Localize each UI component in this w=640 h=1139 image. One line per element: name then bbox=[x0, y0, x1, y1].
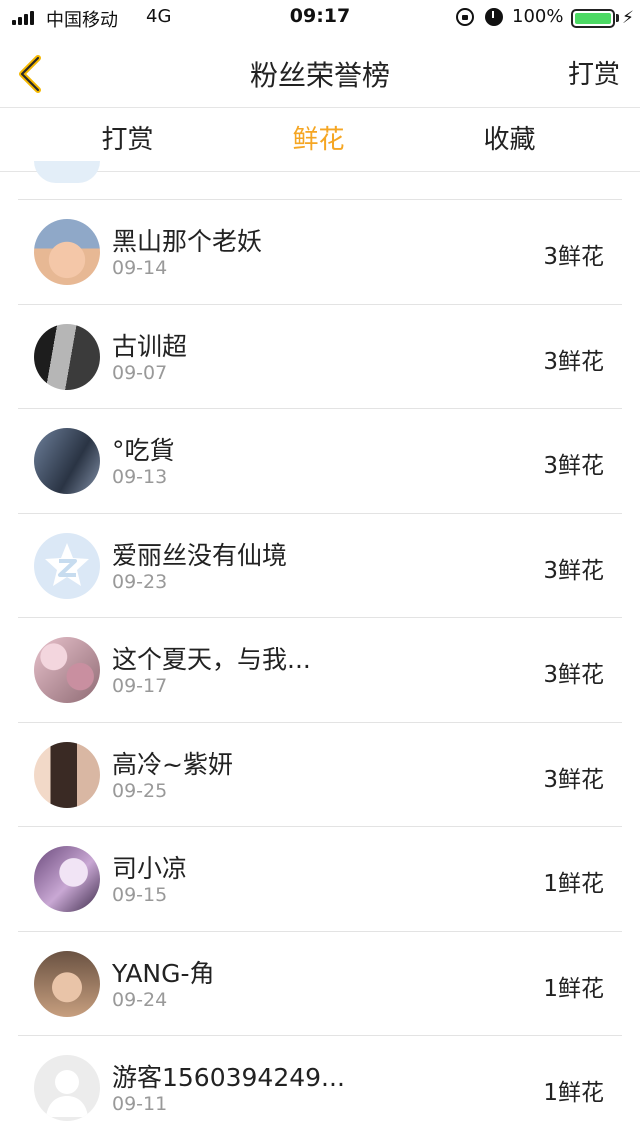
fan-name: °吃貨 bbox=[112, 436, 175, 465]
status-bar: 中国移动 4G 09:17 100% ⚡ bbox=[0, 0, 640, 36]
fan-date: 09-25 bbox=[112, 779, 168, 802]
guest-default-avatar-icon[interactable] bbox=[34, 1055, 100, 1121]
list-item[interactable]: °吃貨 09-13 3鲜花 bbox=[18, 409, 622, 514]
fan-name: YANG-角 bbox=[112, 958, 215, 988]
battery-icon bbox=[571, 9, 615, 28]
fan-list: 黑山那个老妖 09-14 3鲜花 古训超 09-07 3鲜花 °吃貨 09-13… bbox=[18, 173, 622, 1139]
fan-date: 09-15 bbox=[112, 884, 168, 906]
avatar[interactable] bbox=[34, 950, 100, 1017]
flower-count: 3鲜花 bbox=[543, 453, 604, 479]
list-item[interactable]: 高冷~紫妍 09-25 3鲜花 bbox=[18, 723, 622, 827]
avatar[interactable] bbox=[34, 637, 100, 703]
battery-tip bbox=[616, 14, 619, 22]
avatar[interactable] bbox=[34, 741, 100, 808]
rotation-lock-icon bbox=[456, 8, 474, 26]
tab-flowers[interactable]: 鲜花 bbox=[223, 109, 414, 171]
flower-count: 3鲜花 bbox=[543, 348, 604, 375]
list-item[interactable]: 司小凉 09-15 1鲜花 bbox=[18, 827, 622, 932]
reward-button[interactable]: 打赏 bbox=[568, 54, 620, 91]
fan-name: 黑山那个老妖 bbox=[112, 227, 263, 256]
list-item[interactable]: 爱丽丝没有仙境 09-23 3鲜花 bbox=[18, 514, 622, 618]
fan-date: 09-17 bbox=[112, 675, 168, 697]
flower-count: 3鲜花 bbox=[543, 662, 604, 688]
list-item[interactable]: YANG-角 09-24 1鲜花 bbox=[18, 932, 622, 1036]
battery-percent: 100% bbox=[512, 6, 564, 27]
list-item[interactable]: 这个夏天，与我... 09-17 3鲜花 bbox=[18, 618, 622, 723]
flower-count: 3鲜花 bbox=[543, 557, 604, 584]
fan-date: 09-24 bbox=[112, 988, 168, 1011]
list-item[interactable]: 黑山那个老妖 09-14 3鲜花 bbox=[18, 200, 622, 305]
flower-count: 3鲜花 bbox=[543, 766, 604, 793]
list-item[interactable]: 古训超 09-07 3鲜花 bbox=[18, 305, 622, 409]
flower-count: 1鲜花 bbox=[543, 871, 604, 897]
tab-favorites[interactable]: 收藏 bbox=[414, 109, 605, 171]
flower-count: 1鲜花 bbox=[543, 975, 604, 1002]
list-item[interactable]: 游客1560394249... 09-11 1鲜花 bbox=[18, 1036, 622, 1139]
qzone-default-avatar-icon[interactable] bbox=[34, 532, 100, 599]
fan-name: 这个夏天，与我... bbox=[112, 645, 311, 674]
fan-name: 高冷~紫妍 bbox=[112, 749, 233, 779]
flower-count: 3鲜花 bbox=[543, 244, 604, 270]
fan-date: 09-07 bbox=[112, 361, 168, 384]
nav-bar: 粉丝荣誉榜 打赏 bbox=[0, 36, 640, 108]
fan-name: 爱丽丝没有仙境 bbox=[112, 540, 288, 570]
fan-name: 游客1560394249... bbox=[112, 1063, 345, 1092]
avatar[interactable] bbox=[34, 219, 100, 285]
fan-date: 09-23 bbox=[112, 570, 168, 593]
avatar[interactable] bbox=[34, 323, 100, 390]
fan-date: 09-11 bbox=[112, 1093, 168, 1115]
avatar[interactable] bbox=[34, 846, 100, 912]
page-title: 粉丝荣誉榜 bbox=[249, 59, 390, 92]
fan-date: 09-14 bbox=[112, 257, 168, 279]
fan-name: 古训超 bbox=[112, 331, 188, 361]
charging-icon: ⚡ bbox=[622, 8, 634, 28]
avatar[interactable] bbox=[34, 428, 100, 494]
flower-count: 1鲜花 bbox=[543, 1080, 604, 1106]
fan-date: 09-13 bbox=[112, 466, 168, 488]
alarm-icon bbox=[485, 8, 503, 26]
fan-name: 司小凉 bbox=[112, 854, 188, 883]
